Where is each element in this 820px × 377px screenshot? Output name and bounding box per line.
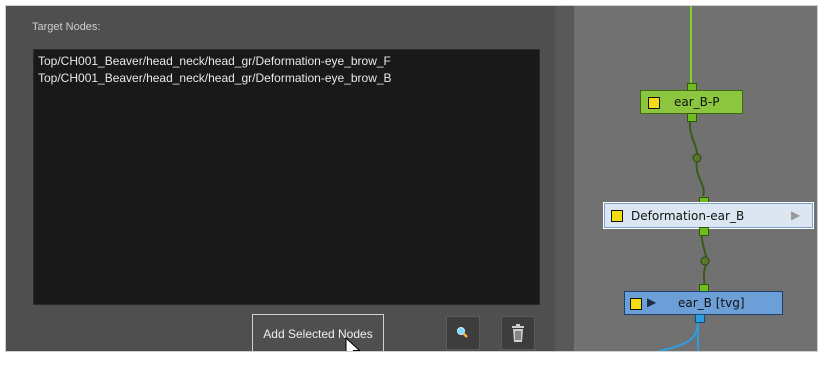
add-selected-nodes-button[interactable]: Add Selected Nodes — [252, 314, 384, 351]
target-nodes-list[interactable]: Top/CH001_Beaver/head_neck/head_gr/Defor… — [33, 49, 540, 305]
target-nodes-label: Target Nodes: — [32, 21, 101, 33]
node-label: ear_B [tvg] — [678, 296, 745, 310]
node-ear-b-tvg[interactable]: ▶ ear_B [tvg] — [624, 291, 783, 315]
node-deformation-ear-b[interactable]: Deformation-ear_B ▶ — [604, 203, 813, 228]
node-label: ear_B-P — [674, 95, 720, 109]
target-nodes-panel: Target Nodes: Top/CH001_Beaver/head_neck… — [6, 6, 555, 351]
list-item[interactable]: Top/CH001_Beaver/head_neck/head_gr/Defor… — [34, 70, 539, 87]
delete-button[interactable] — [501, 316, 535, 350]
window-frame: Target Nodes: Top/CH001_Beaver/head_neck… — [5, 5, 818, 352]
node-output-port[interactable] — [699, 227, 709, 236]
node-color-swatch-icon — [648, 97, 660, 109]
magnifier-icon — [457, 327, 468, 338]
expand-arrow-icon[interactable]: ▶ — [791, 208, 800, 222]
node-color-swatch-icon — [611, 210, 623, 222]
mouse-cursor-icon — [345, 337, 361, 351]
node-ear-b-p[interactable]: ear_B-P — [640, 90, 743, 114]
node-label: Deformation-ear_B — [631, 209, 745, 223]
node-output-port[interactable] — [695, 314, 705, 323]
node-view[interactable]: ear_B-P Deformation-ear_B ▶ ▶ ear_B [tvg… — [574, 6, 817, 351]
list-item[interactable]: Top/CH001_Beaver/head_neck/head_gr/Defor… — [34, 53, 539, 70]
expand-arrow-icon[interactable]: ▶ — [647, 295, 656, 309]
node-output-port[interactable] — [687, 113, 697, 122]
trash-icon — [512, 324, 524, 342]
node-color-swatch-icon — [630, 298, 642, 310]
locate-button[interactable] — [446, 316, 480, 350]
panel-splitter[interactable] — [555, 6, 575, 351]
